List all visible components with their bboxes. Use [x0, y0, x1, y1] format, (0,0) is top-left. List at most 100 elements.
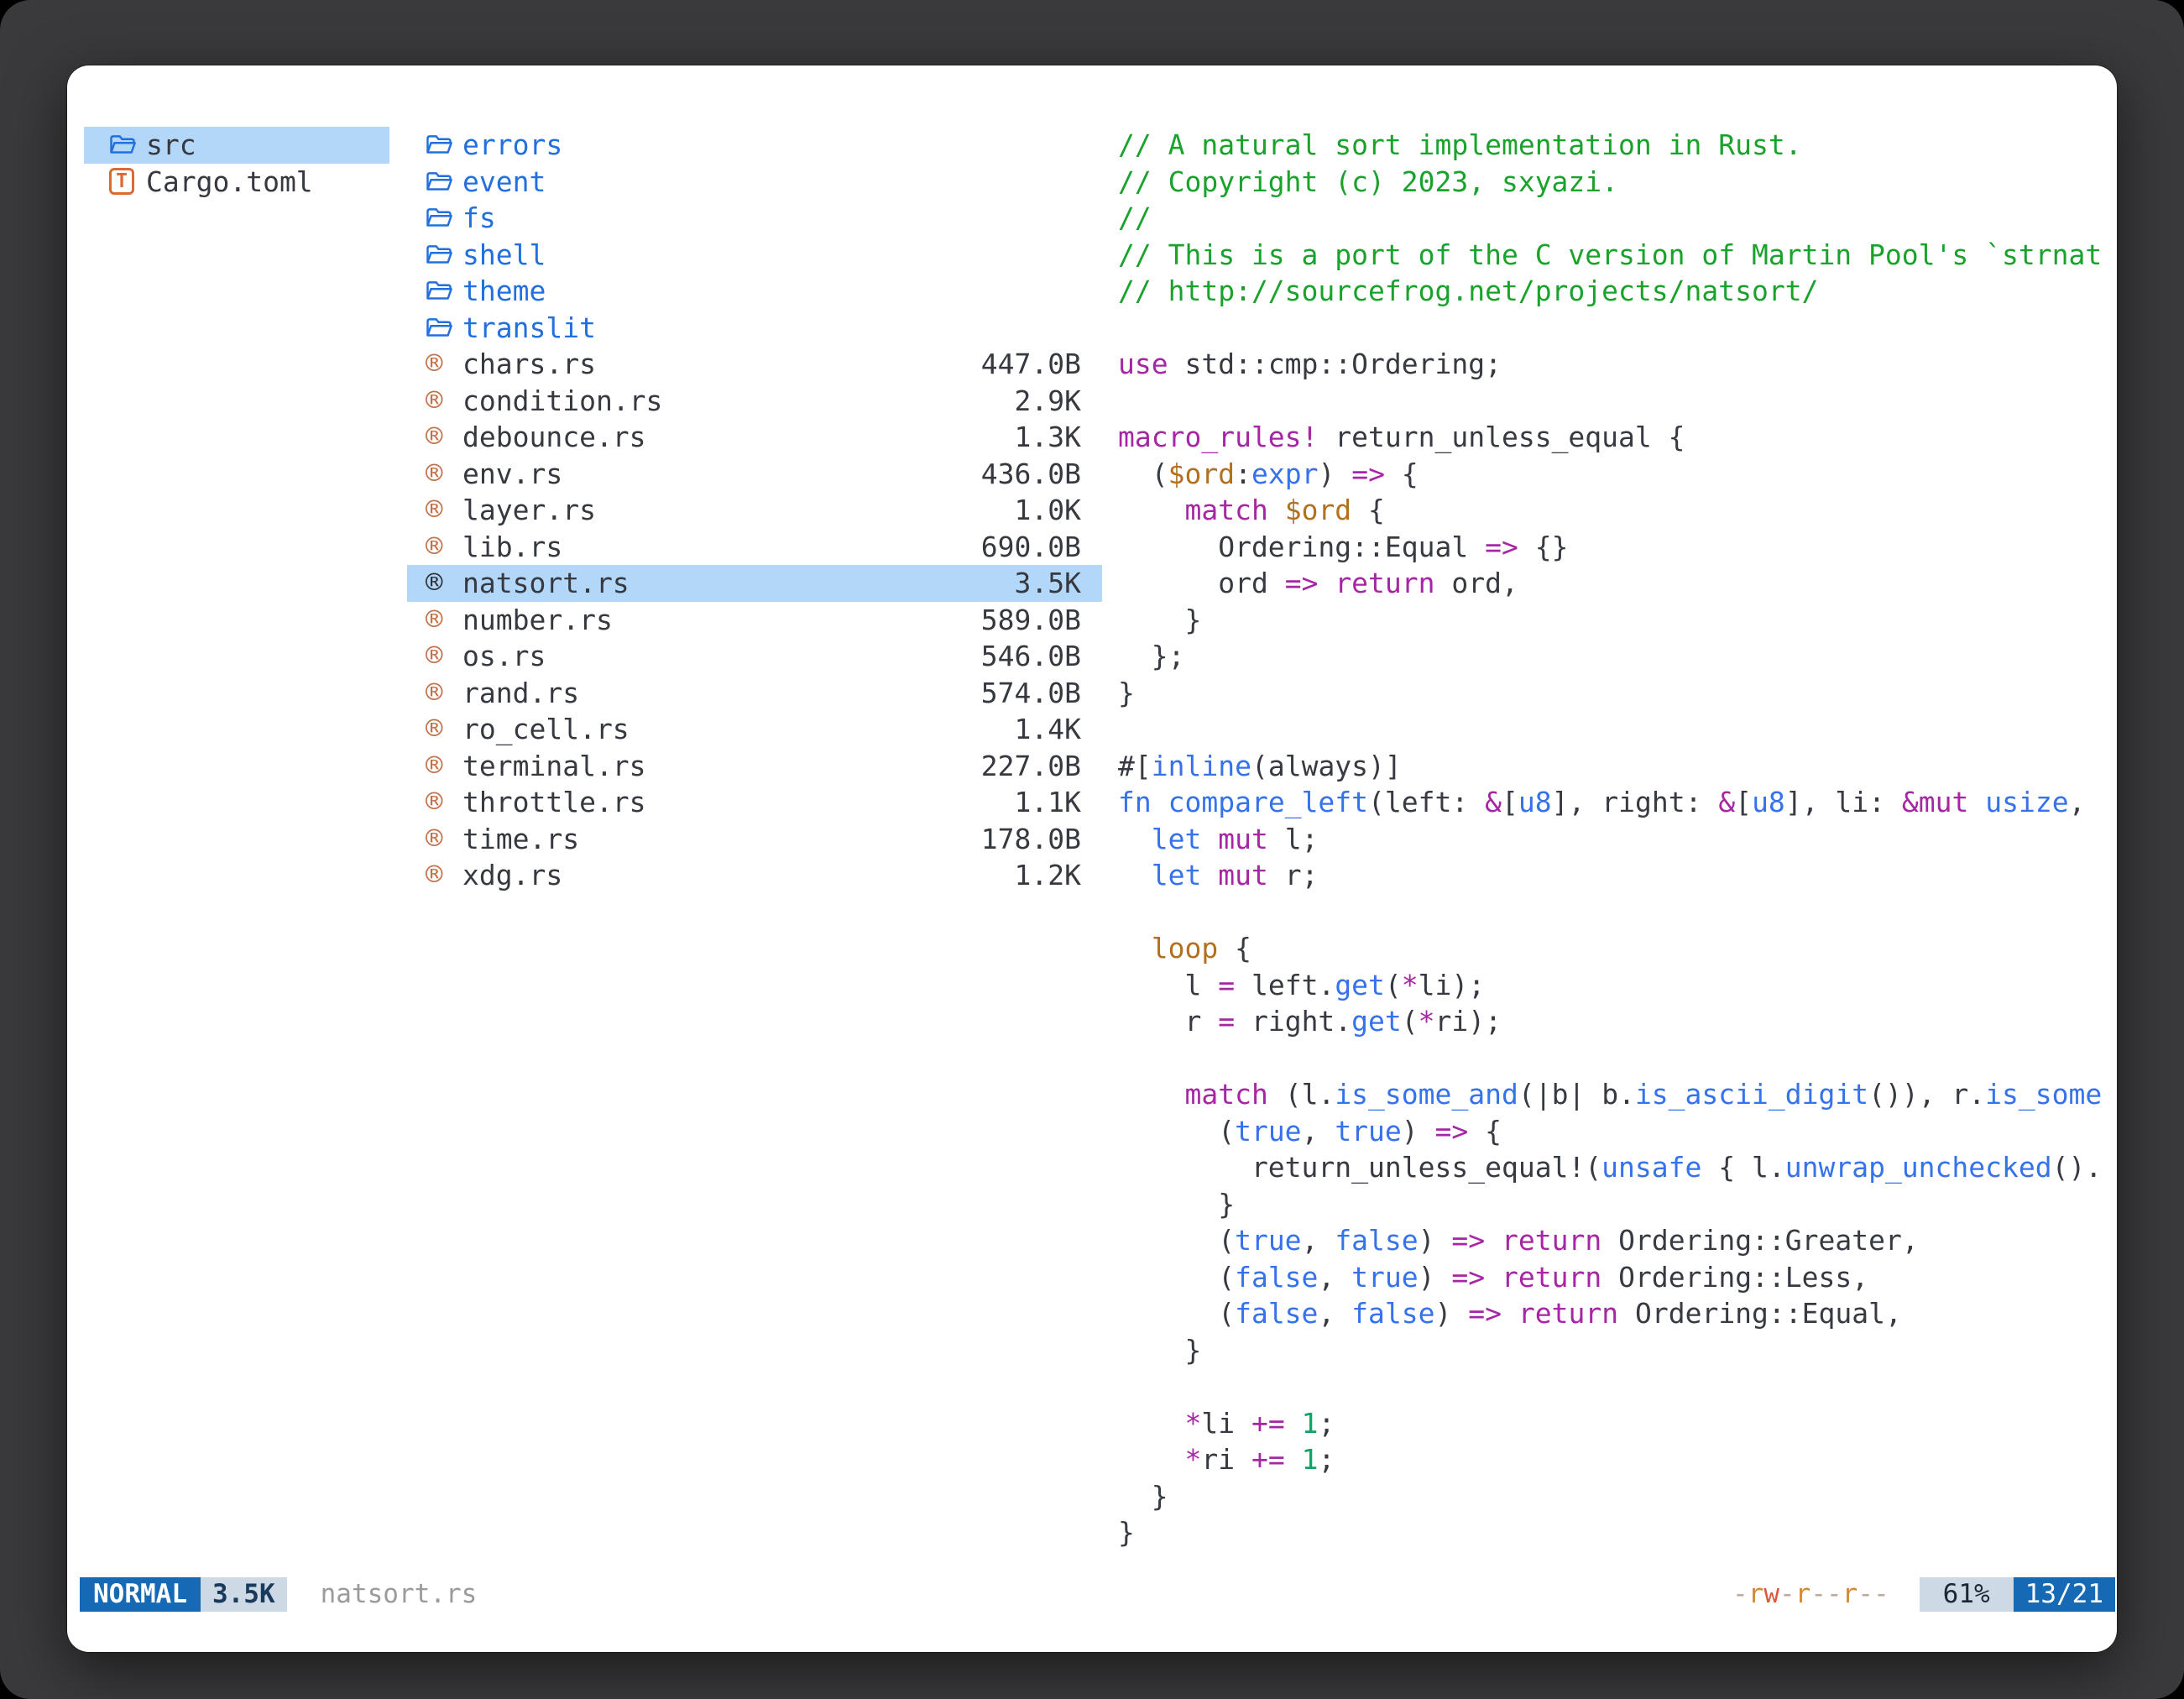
file-row[interactable]: TCargo.toml	[84, 164, 389, 201]
rust-file-icon: ®	[426, 638, 462, 675]
folder-icon	[426, 170, 462, 193]
code-line	[1118, 1368, 2117, 1405]
status-filename: natsort.rs	[321, 1577, 478, 1612]
folder-row[interactable]: src	[84, 127, 389, 164]
file-name: debounce.rs	[462, 419, 646, 456]
rust-file-icon: ®	[426, 675, 462, 712]
file-name: ro_cell.rs	[462, 711, 630, 748]
file-row[interactable]: ®env.rs436.0B	[407, 456, 1102, 493]
file-size: 690.0B	[981, 529, 1081, 566]
file-size: 546.0B	[981, 638, 1081, 675]
folder-icon	[426, 243, 462, 266]
file-row[interactable]: ®chars.rs447.0B	[407, 346, 1102, 383]
file-size: 1.1K	[1015, 784, 1081, 821]
code-line: // Copyright (c) 2023, sxyazi.	[1118, 164, 2117, 201]
code-line	[1118, 383, 2117, 420]
rust-file-icon: ®	[426, 748, 462, 785]
folder-row[interactable]: errors	[407, 127, 1102, 164]
file-name: rand.rs	[462, 675, 579, 712]
code-line: return_unless_equal!(unsafe { l.unwrap_u…	[1118, 1149, 2117, 1186]
file-row[interactable]: ®os.rs 546.0B	[407, 638, 1102, 675]
code-line: match (l.is_some_and(|b| b.is_ascii_digi…	[1118, 1076, 2117, 1113]
folder-row[interactable]: fs	[407, 200, 1102, 237]
code-preview: // A natural sort implementation in Rust…	[1118, 127, 2117, 1551]
folder-row[interactable]: shell	[407, 237, 1102, 274]
rust-file-icon: ®	[426, 456, 462, 493]
code-line: use std::cmp::Ordering;	[1118, 346, 2117, 383]
file-size: 2.9K	[1015, 383, 1081, 420]
file-row[interactable]: ®xdg.rs 1.2K	[407, 857, 1102, 894]
folder-row[interactable]: theme	[407, 273, 1102, 310]
code-line: macro_rules! return_unless_equal {	[1118, 419, 2117, 456]
file-name: xdg.rs	[462, 857, 562, 894]
file-permissions: -rw-r--r--	[1732, 1577, 1889, 1612]
file-row[interactable]: ®time.rs 178.0B	[407, 821, 1102, 858]
file-row[interactable]: ®debounce.rs1.3K	[407, 419, 1102, 456]
rust-file-icon: ®	[426, 711, 462, 748]
code-line: let mut l;	[1118, 821, 2117, 858]
file-preview-pane: // A natural sort implementation in Rust…	[1118, 127, 2117, 1560]
code-line	[1118, 310, 2117, 347]
file-size: 1.0K	[1015, 492, 1081, 529]
file-row[interactable]: ®natsort.rs3.5K	[407, 565, 1102, 602]
folder-icon	[426, 206, 462, 229]
file-name: event	[462, 164, 546, 201]
file-row[interactable]: ®ro_cell.rs1.4K	[407, 711, 1102, 748]
file-name: src	[146, 127, 196, 164]
code-line	[1118, 894, 2117, 931]
code-line: // http://sourcefrog.net/projects/natsor…	[1118, 273, 2117, 310]
file-name: lib.rs	[462, 529, 562, 566]
folder-icon	[426, 316, 462, 339]
desktop-background: srcTCargo.toml errorseventfsshellthemetr…	[0, 0, 2184, 1699]
code-line: }	[1118, 1478, 2117, 1515]
code-line: l = left.get(*li);	[1118, 967, 2117, 1004]
file-row[interactable]: ®rand.rs574.0B	[407, 675, 1102, 712]
code-line	[1118, 1040, 2117, 1077]
code-line: }	[1118, 1514, 2117, 1551]
code-line: }	[1118, 1186, 2117, 1223]
file-row[interactable]: ®lib.rs690.0B	[407, 529, 1102, 566]
code-line: }	[1118, 675, 2117, 712]
code-line: #[inline(always)]	[1118, 748, 2117, 785]
file-size: 447.0B	[981, 346, 1081, 383]
current-directory-pane: errorseventfsshellthemetranslit®chars.rs…	[407, 127, 1102, 894]
file-name: errors	[462, 127, 562, 164]
file-size: 589.0B	[981, 602, 1081, 639]
status-bar-right: -rw-r--r-- 61% 13/21	[1732, 1577, 2115, 1612]
file-name: Cargo.toml	[146, 164, 313, 201]
file-row[interactable]: ®terminal.rs227.0B	[407, 748, 1102, 785]
folder-row[interactable]: translit	[407, 310, 1102, 347]
rust-file-icon: ®	[426, 419, 462, 456]
file-name: os.rs	[462, 638, 546, 675]
code-line: *ri += 1;	[1118, 1441, 2117, 1478]
file-name: chars.rs	[462, 346, 596, 383]
code-line: };	[1118, 638, 2117, 675]
cursor-position-badge: 13/21	[2014, 1577, 2115, 1612]
file-name: condition.rs	[462, 383, 662, 420]
folder-icon	[109, 133, 146, 156]
rust-file-icon: ®	[426, 565, 462, 602]
rust-file-icon: ®	[426, 857, 462, 894]
code-line: r = right.get(*ri);	[1118, 1003, 2117, 1040]
file-row[interactable]: ®number.rs589.0B	[407, 602, 1102, 639]
file-name: number.rs	[462, 602, 613, 639]
code-line: // This is a port of the C version of Ma…	[1118, 237, 2117, 274]
file-name: fs	[462, 200, 496, 237]
file-name: time.rs	[462, 821, 579, 858]
file-size: 1.2K	[1015, 857, 1081, 894]
code-line: let mut r;	[1118, 857, 2117, 894]
file-size: 227.0B	[981, 748, 1081, 785]
code-line: ($ord:expr) => {	[1118, 456, 2117, 493]
folder-row[interactable]: event	[407, 164, 1102, 201]
file-row[interactable]: ®layer.rs1.0K	[407, 492, 1102, 529]
file-row[interactable]: ®condition.rs2.9K	[407, 383, 1102, 420]
code-line: fn compare_left(left: &[u8], right: &[u8…	[1118, 784, 2117, 821]
toml-file-icon: T	[109, 168, 146, 195]
code-line: loop {	[1118, 930, 2117, 967]
file-size: 178.0B	[981, 821, 1081, 858]
rust-file-icon: ®	[426, 821, 462, 858]
code-line: (true, false) => return Ordering::Greate…	[1118, 1222, 2117, 1259]
file-row[interactable]: ®throttle.rs1.1K	[407, 784, 1102, 821]
code-line: }	[1118, 1332, 2117, 1369]
code-line: (false, true) => return Ordering::Less,	[1118, 1259, 2117, 1296]
